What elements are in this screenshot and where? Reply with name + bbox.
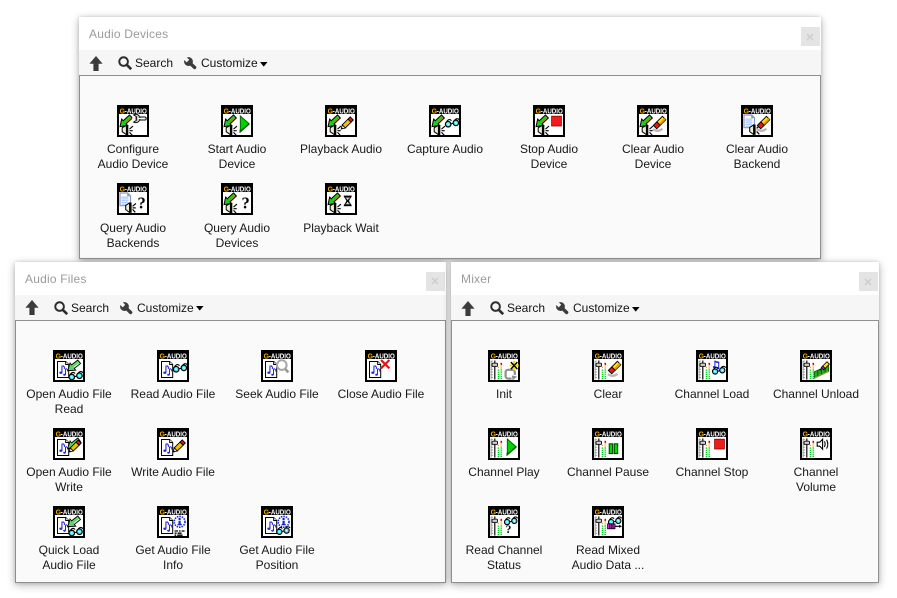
svg-text:?: ? bbox=[506, 524, 512, 536]
